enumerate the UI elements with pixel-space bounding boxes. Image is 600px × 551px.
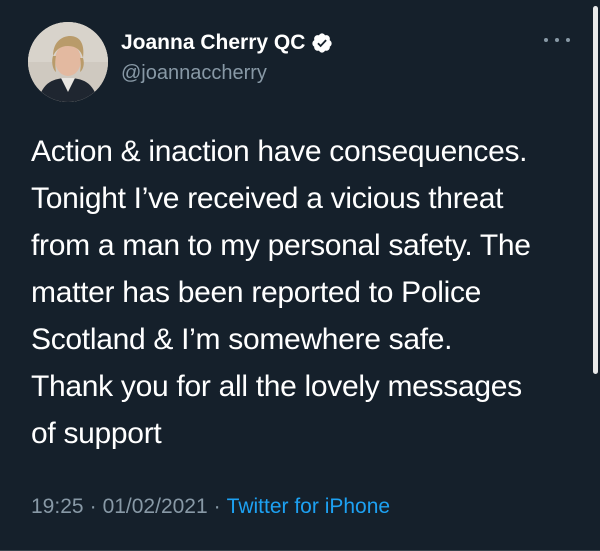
tweet-text: Action & inaction have consequences. Ton… <box>31 128 576 457</box>
more-options-icon[interactable] <box>544 32 570 48</box>
tweet-date[interactable]: 01/02/2021 <box>103 495 208 518</box>
tweet-meta: 19:25 · 01/02/2021 · Twitter for iPhone <box>31 494 390 520</box>
tweet-line: Scotland & I’m somewhere safe. <box>31 323 453 356</box>
separator: · <box>89 495 97 518</box>
dot <box>566 38 570 42</box>
tweet-line: Thank you for all the lovely messages <box>31 370 522 403</box>
tweet-line: from a man to my personal safety. The <box>31 229 531 262</box>
scrollbar[interactable] <box>593 6 598 374</box>
tweet-line: of support <box>31 417 162 450</box>
separator: · <box>213 495 221 518</box>
tweet-card: Joanna Cherry QC @joannaccherry Action &… <box>0 0 600 551</box>
author-display-name[interactable]: Joanna Cherry QC <box>121 30 305 56</box>
tweet-line: Tonight I’ve received a vicious threat <box>31 182 504 215</box>
tweet-source-link[interactable]: Twitter for iPhone <box>227 495 390 518</box>
verified-badge-icon <box>311 32 333 54</box>
tweet-time[interactable]: 19:25 <box>31 495 84 518</box>
author-name[interactable]: Joanna Cherry QC <box>121 30 333 56</box>
author-handle[interactable]: @joannaccherry <box>121 60 267 86</box>
dot <box>555 38 559 42</box>
dot <box>544 38 548 42</box>
tweet-line: Action & inaction have consequences. <box>31 135 528 168</box>
tweet-line: matter has been reported to Police <box>31 276 482 309</box>
avatar[interactable] <box>28 22 108 102</box>
avatar-image <box>28 22 108 102</box>
